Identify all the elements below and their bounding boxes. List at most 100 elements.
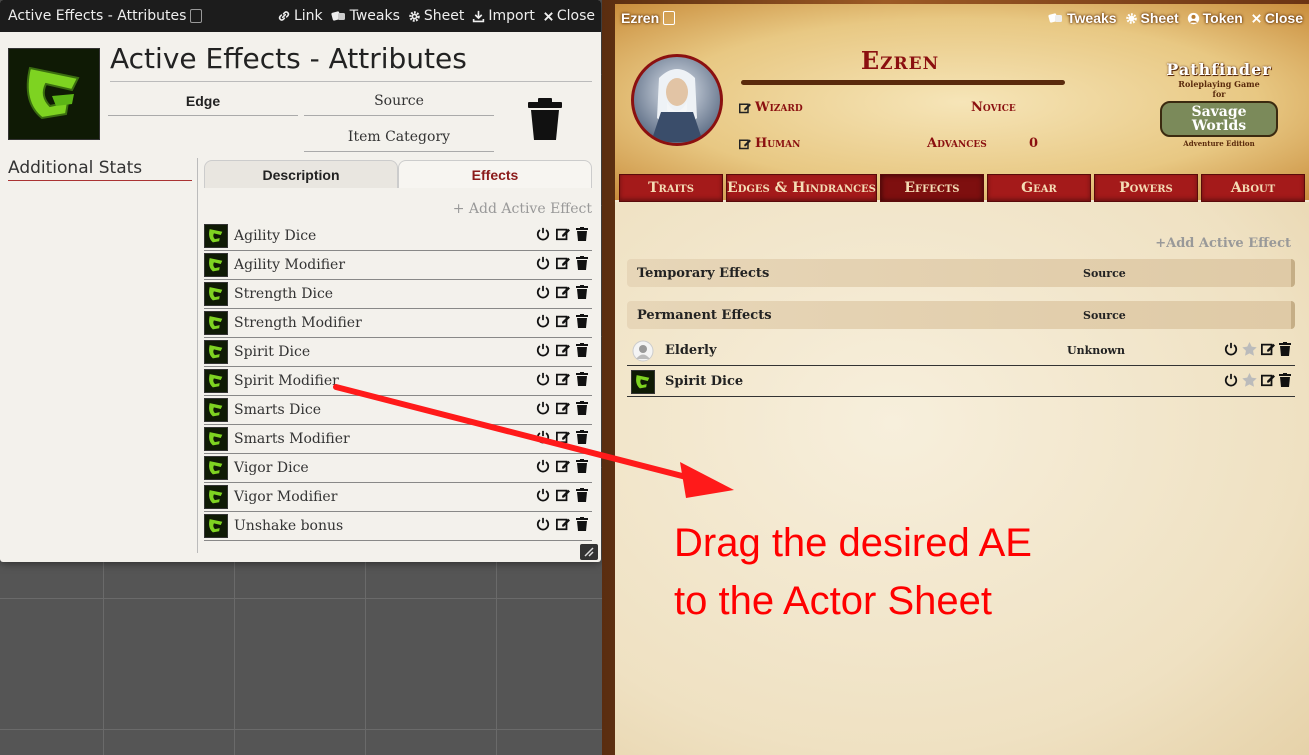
effect-row[interactable]: Vigor Modifier — [204, 483, 592, 512]
tweaks-button[interactable]: Tweaks — [1048, 10, 1117, 26]
toggle-power-icon[interactable] — [536, 314, 550, 332]
effect-name: Agility Modifier — [234, 257, 346, 273]
toggle-power-icon[interactable] — [536, 227, 550, 245]
close-button[interactable]: Close — [543, 8, 595, 24]
effect-row-elderly[interactable]: Elderly Unknown — [627, 336, 1295, 366]
archetype-field[interactable]: Wizard — [739, 100, 803, 115]
gear-icon — [408, 10, 421, 23]
tab-traits[interactable]: Traits — [619, 174, 724, 202]
edit-icon[interactable] — [556, 227, 570, 245]
race-field[interactable]: Human — [739, 136, 800, 151]
delete-icon[interactable] — [576, 459, 588, 477]
actor-portrait[interactable] — [631, 54, 723, 146]
effect-row[interactable]: Spirit Modifier — [204, 367, 592, 396]
edge-logo-icon — [204, 514, 228, 538]
effect-row[interactable]: Vigor Dice — [204, 454, 592, 483]
edit-icon[interactable] — [1261, 373, 1275, 391]
delete-icon[interactable] — [576, 517, 588, 535]
effect-row[interactable]: Smarts Modifier — [204, 425, 592, 454]
effect-row[interactable]: Spirit Dice — [204, 338, 592, 367]
tab-description[interactable]: Description — [204, 160, 398, 188]
delete-icon[interactable] — [576, 372, 588, 390]
sheet-button[interactable]: Sheet — [408, 8, 464, 24]
effect-row[interactable]: Strength Modifier — [204, 309, 592, 338]
additional-stats-heading: Additional Stats — [8, 158, 192, 181]
item-window-header[interactable]: Active Effects - Attributes Link Tweaks — [0, 0, 601, 32]
sheet-button[interactable]: Sheet — [1125, 10, 1179, 26]
item-category-field[interactable]: Item Category — [304, 122, 494, 152]
effect-row-spirit-dice[interactable]: Spirit Dice — [627, 367, 1295, 397]
delete-icon[interactable] — [576, 343, 588, 361]
edit-icon[interactable] — [556, 285, 570, 303]
delete-icon[interactable] — [576, 401, 588, 419]
link-button[interactable]: Link — [277, 8, 323, 24]
toggle-power-icon[interactable] — [1224, 342, 1238, 360]
favorite-star-icon[interactable] — [1242, 341, 1257, 360]
toggle-power-icon[interactable] — [536, 372, 550, 390]
effect-row[interactable]: Agility Modifier — [204, 251, 592, 280]
user-circle-icon — [1187, 12, 1200, 25]
edge-logo-icon — [204, 282, 228, 306]
delete-icon[interactable] — [1279, 372, 1291, 391]
elderly-icon — [631, 339, 655, 363]
toggle-power-icon[interactable] — [1224, 373, 1238, 391]
actor-window-header[interactable]: Ezren Tweaks Sheet Token Close — [615, 4, 1309, 32]
edit-icon — [739, 102, 751, 114]
delete-icon[interactable] — [576, 256, 588, 274]
toggle-power-icon[interactable] — [536, 401, 550, 419]
tab-edges-hindrances[interactable]: Edges & Hindrances — [726, 174, 877, 202]
delete-item-trash-icon[interactable] — [524, 96, 566, 146]
add-active-effect-button[interactable]: + Add Active Effect — [450, 201, 592, 217]
effect-row[interactable]: Strength Dice — [204, 280, 592, 309]
tweaks-button[interactable]: Tweaks — [331, 8, 400, 24]
add-active-effect-button[interactable]: +Add Active Effect — [1155, 236, 1291, 251]
tab-powers[interactable]: Powers — [1093, 174, 1198, 202]
toggle-power-icon[interactable] — [536, 285, 550, 303]
edit-icon[interactable] — [556, 256, 570, 274]
toggle-power-icon[interactable] — [536, 256, 550, 274]
edit-icon — [739, 138, 751, 150]
actor-name[interactable]: Ezren — [745, 46, 1055, 75]
delete-icon[interactable] — [576, 314, 588, 332]
edit-icon[interactable] — [556, 401, 570, 419]
item-name-field[interactable]: Active Effects - Attributes — [110, 42, 592, 82]
favorite-star-icon[interactable] — [1242, 372, 1257, 391]
edit-icon[interactable] — [556, 372, 570, 390]
resize-handle[interactable] — [580, 544, 598, 560]
effect-row[interactable]: Smarts Dice — [204, 396, 592, 425]
advances-value[interactable]: 0 — [1029, 136, 1038, 151]
toggle-power-icon[interactable] — [536, 430, 550, 448]
rank-field[interactable]: Novice — [971, 100, 1016, 115]
source-field[interactable]: Source — [304, 86, 494, 116]
effect-row[interactable]: Unshake bonus — [204, 512, 592, 541]
token-button[interactable]: Token — [1187, 10, 1243, 26]
edit-icon[interactable] — [1261, 342, 1275, 360]
tab-effects[interactable]: Effects — [879, 174, 984, 202]
close-button[interactable]: Close — [1251, 10, 1303, 26]
delete-icon[interactable] — [576, 488, 588, 506]
edit-icon[interactable] — [556, 459, 570, 477]
toggle-power-icon[interactable] — [536, 459, 550, 477]
toggle-power-icon[interactable] — [536, 343, 550, 361]
delete-icon[interactable] — [1279, 341, 1291, 360]
toggle-power-icon[interactable] — [536, 517, 550, 535]
item-image[interactable] — [8, 48, 100, 140]
tab-effects[interactable]: Effects — [398, 160, 592, 188]
edit-icon[interactable] — [556, 314, 570, 332]
effect-row[interactable]: Agility Dice — [204, 222, 592, 251]
edit-icon[interactable] — [556, 517, 570, 535]
toggle-power-icon[interactable] — [536, 488, 550, 506]
import-button[interactable]: Import — [472, 8, 535, 24]
delete-icon[interactable] — [576, 285, 588, 303]
edit-icon[interactable] — [556, 343, 570, 361]
delete-icon[interactable] — [576, 227, 588, 245]
edit-icon[interactable] — [556, 430, 570, 448]
effect-name: Spirit Dice — [234, 344, 311, 360]
edit-icon[interactable] — [556, 488, 570, 506]
document-id-icon[interactable] — [663, 11, 676, 25]
source-column-label: Source — [1083, 266, 1126, 280]
tab-gear[interactable]: Gear — [986, 174, 1091, 202]
tab-about[interactable]: About — [1200, 174, 1306, 202]
document-id-icon[interactable] — [190, 9, 203, 23]
delete-icon[interactable] — [576, 430, 588, 448]
